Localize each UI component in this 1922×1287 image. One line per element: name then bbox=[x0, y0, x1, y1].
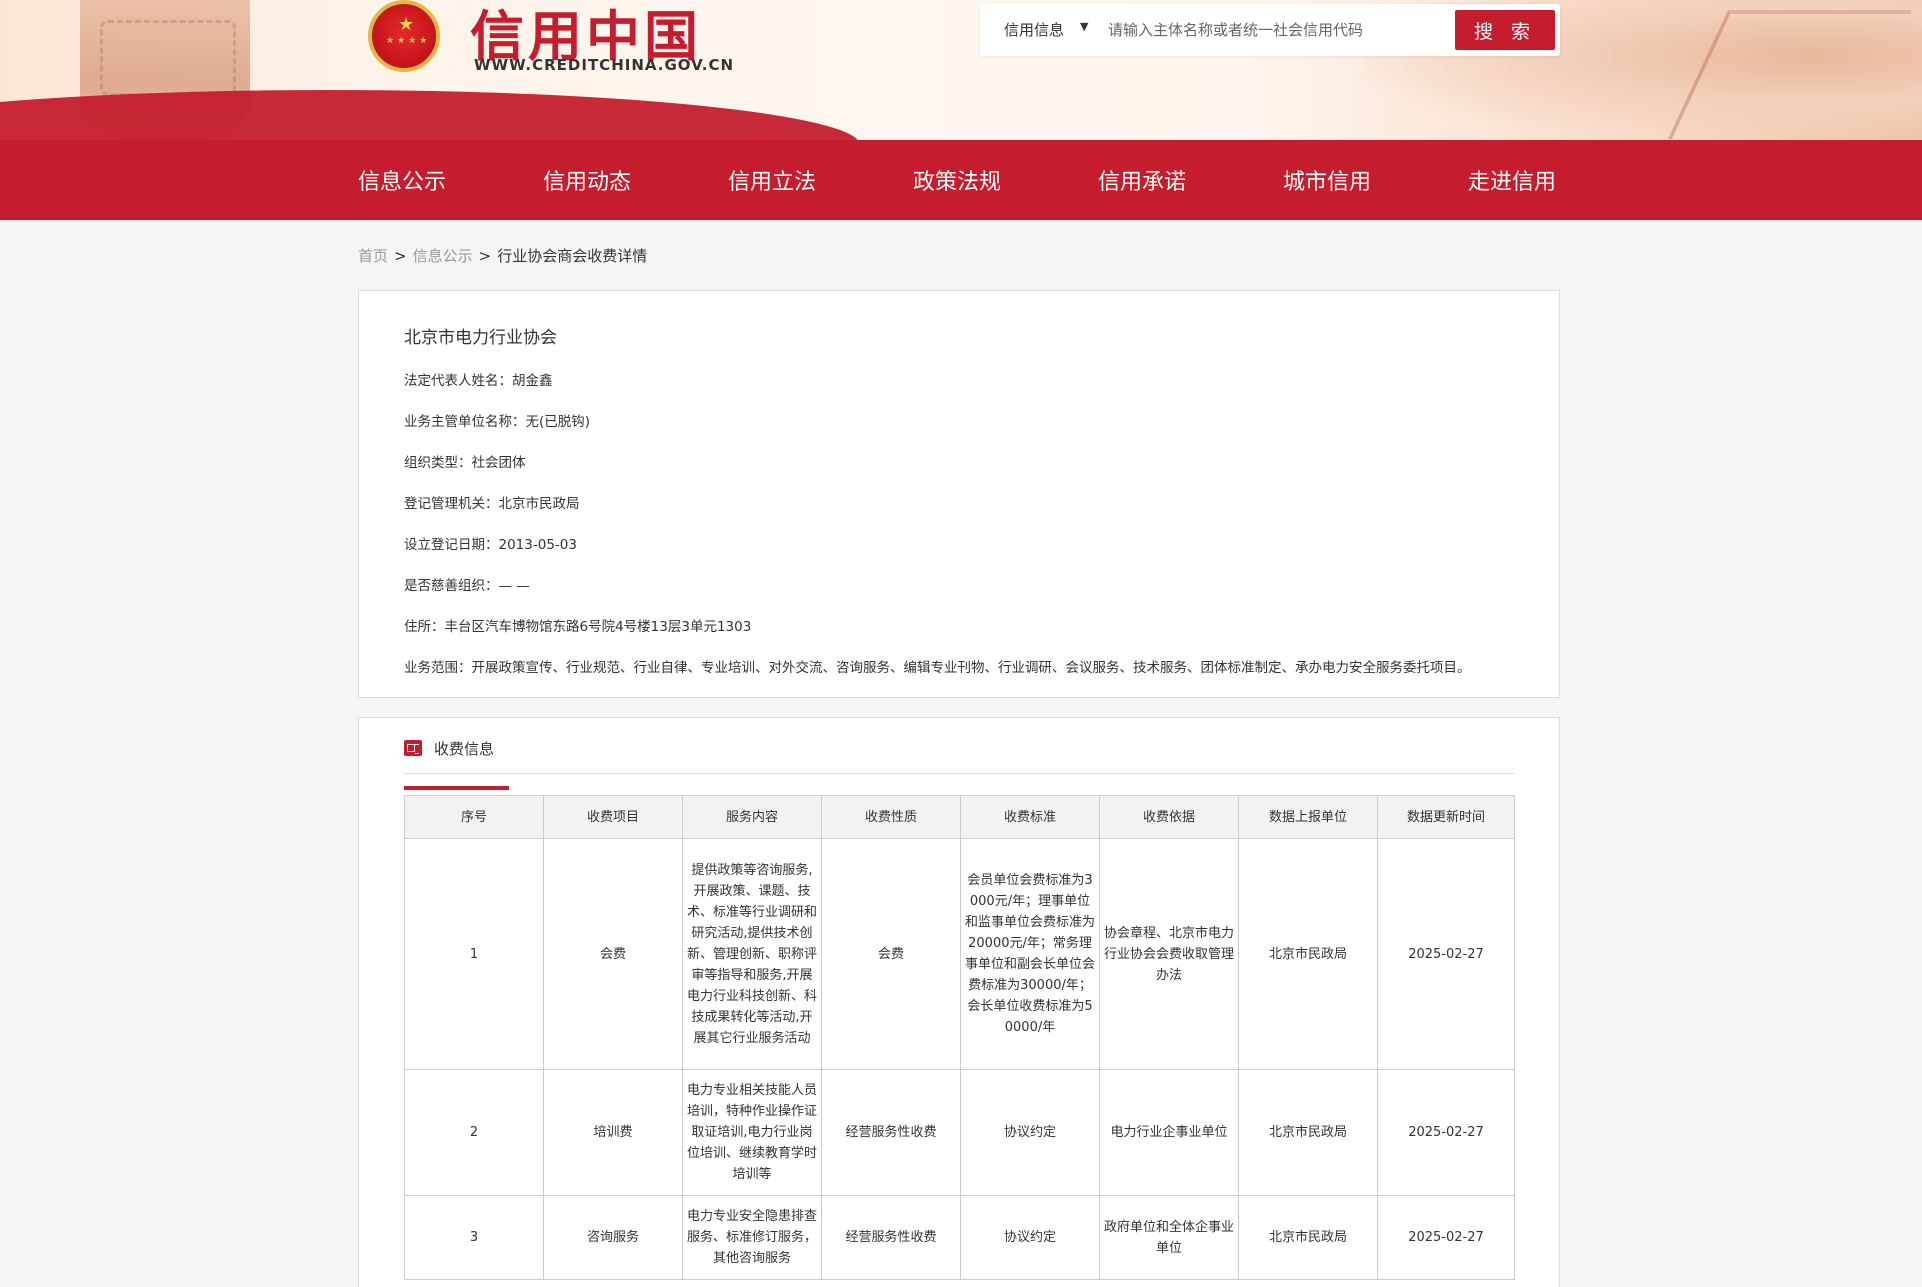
column-header: 数据更新时间 bbox=[1377, 795, 1515, 839]
field-value: 北京市民政局 bbox=[498, 496, 580, 512]
field-value: 胡金鑫 bbox=[512, 373, 553, 389]
nav-item-city-credit[interactable]: 城市信用 bbox=[1283, 164, 1371, 196]
field-label: 登记管理机关： bbox=[404, 496, 499, 512]
field-value: 社会团体 bbox=[471, 455, 526, 471]
nav-item-credit-legislation[interactable]: 信用立法 bbox=[728, 164, 816, 196]
field-label: 是否慈善组织： bbox=[404, 578, 499, 594]
table-cell: 电力专业安全隐患排查服务、标准修订服务，其他咨询服务 bbox=[682, 1195, 822, 1280]
emblem-star-icon: ★ bbox=[398, 14, 415, 35]
breadcrumb-section-link[interactable]: 信息公示 bbox=[413, 247, 473, 265]
table-cell: 经营服务性收费 bbox=[821, 1069, 961, 1196]
table-cell: 1 bbox=[404, 838, 544, 1070]
fee-table: 序号 收费项目 服务内容 收费性质 收费标准 收费依据 数据上报单位 数据更新时… bbox=[404, 795, 1515, 1280]
column-header: 收费标准 bbox=[960, 795, 1100, 839]
nav-item-credit-news[interactable]: 信用动态 bbox=[543, 164, 631, 196]
table-header-row: 序号 收费项目 服务内容 收费性质 收费标准 收费依据 数据上报单位 数据更新时… bbox=[404, 795, 1515, 839]
table-cell: 北京市民政局 bbox=[1238, 1195, 1378, 1280]
table-cell: 协会章程、北京市电力行业协会会费收取管理办法 bbox=[1099, 838, 1239, 1070]
breadcrumb-separator: > bbox=[394, 247, 407, 265]
table-cell: 会员单位会费标准为3000元/年；理事单位和监事单位会费标准为20000元/年；… bbox=[960, 838, 1100, 1070]
column-header: 序号 bbox=[404, 795, 544, 839]
nav-item-info-disclosure[interactable]: 信息公示 bbox=[358, 164, 446, 196]
main-nav: 信息公示 信用动态 信用立法 政策法规 信用承诺 城市信用 走进信用 bbox=[0, 140, 1922, 220]
table-cell: 北京市民政局 bbox=[1238, 1069, 1378, 1196]
fee-info-panel: 收费信息 序号 收费项目 服务内容 收费性质 收费标准 收费依据 数据上报单位 … bbox=[358, 717, 1560, 1287]
table-row: 3 咨询服务 电力专业安全隐患排查服务、标准修订服务，其他咨询服务 经营服务性收… bbox=[404, 1195, 1515, 1280]
field-label: 住所： bbox=[404, 619, 445, 635]
site-logo-url: WWW.CREDITCHINA.GOV.CN bbox=[474, 56, 735, 74]
field-value: — — bbox=[498, 578, 530, 594]
search-box: 信用信息 ▼ 搜 索 bbox=[980, 4, 1560, 56]
table-row: 1 会费 提供政策等咨询服务,开展政策、课题、技术、标准等行业调研和研究活动,提… bbox=[404, 838, 1515, 1070]
field-value: 开展政策宣传、行业规范、行业自律、专业培训、对外交流、咨询服务、编辑专业刊物、行… bbox=[471, 660, 1471, 676]
caret-down-icon[interactable]: ▼ bbox=[1080, 20, 1088, 33]
field-label: 组织类型： bbox=[404, 455, 472, 471]
field-label: 法定代表人姓名： bbox=[404, 373, 512, 389]
table-cell: 电力行业企事业单位 bbox=[1099, 1069, 1239, 1196]
table-cell: 会费 bbox=[543, 838, 683, 1070]
column-header: 收费性质 bbox=[821, 795, 961, 839]
table-cell: 咨询服务 bbox=[543, 1195, 683, 1280]
organization-type-field: 组织类型：社会团体 bbox=[404, 451, 526, 471]
search-input[interactable] bbox=[1108, 16, 1428, 44]
fee-tab-label: 收费信息 bbox=[434, 740, 495, 758]
field-value: 无(已脱钩) bbox=[525, 414, 591, 430]
nav-item-about-credit[interactable]: 走进信用 bbox=[1468, 164, 1556, 196]
table-cell: 2025-02-27 bbox=[1377, 1195, 1515, 1280]
table-cell: 协议约定 bbox=[960, 1195, 1100, 1280]
red-arc-decoration bbox=[0, 90, 860, 140]
table-cell: 2025-02-27 bbox=[1377, 838, 1515, 1070]
column-header: 数据上报单位 bbox=[1238, 795, 1378, 839]
column-header: 服务内容 bbox=[682, 795, 822, 839]
column-header: 收费依据 bbox=[1099, 795, 1239, 839]
tab-divider bbox=[404, 773, 1514, 774]
table-cell: 提供政策等咨询服务,开展政策、课题、技术、标准等行业调研和研究活动,提供技术创新… bbox=[682, 838, 822, 1070]
header-banner: ★ ★★★★ 信用中国 WWW.CREDITCHINA.GOV.CN 信用信息 … bbox=[0, 0, 1922, 140]
field-label: 业务范围： bbox=[404, 660, 472, 676]
organization-info-panel: 北京市电力行业协会 法定代表人姓名：胡金鑫 业务主管单位名称：无(已脱钩) 组织… bbox=[358, 290, 1560, 698]
emblem-small-stars-icon: ★★★★ bbox=[386, 36, 431, 46]
table-cell: 北京市民政局 bbox=[1238, 838, 1378, 1070]
business-scope-field: 业务范围：开展政策宣传、行业规范、行业自律、专业培训、对外交流、咨询服务、编辑专… bbox=[404, 656, 1471, 676]
table-cell: 经营服务性收费 bbox=[821, 1195, 961, 1280]
column-header: 收费项目 bbox=[543, 795, 683, 839]
field-label: 业务主管单位名称： bbox=[404, 414, 526, 430]
table-cell: 2 bbox=[404, 1069, 544, 1196]
table-cell: 3 bbox=[404, 1195, 544, 1280]
table-cell: 会费 bbox=[821, 838, 961, 1070]
breadcrumb-current: 行业协会商会收费详情 bbox=[497, 247, 648, 265]
field-value: 2013-05-03 bbox=[498, 537, 577, 553]
table-row: 2 培训费 电力专业相关技能人员培训，特种作业操作证取证培训,电力行业岗位培训、… bbox=[404, 1069, 1515, 1196]
nav-item-policies-regulations[interactable]: 政策法规 bbox=[913, 164, 1001, 196]
registration-date-field: 设立登记日期：2013-05-03 bbox=[404, 533, 577, 553]
breadcrumb-separator: > bbox=[478, 247, 492, 265]
breadcrumb: 首页 > 信息公示 > 行业协会商会收费详情 bbox=[358, 245, 647, 266]
table-cell: 政府单位和全体企事业单位 bbox=[1099, 1195, 1239, 1280]
nav-item-credit-commitment[interactable]: 信用承诺 bbox=[1098, 164, 1186, 196]
address-field: 住所：丰台区汽车博物馆东路6号院4号楼13层3单元1303 bbox=[404, 615, 751, 635]
legal-representative-field: 法定代表人姓名：胡金鑫 bbox=[404, 369, 553, 389]
search-category-select[interactable]: 信用信息 bbox=[1004, 19, 1064, 40]
table-cell: 培训费 bbox=[543, 1069, 683, 1196]
active-tab-indicator bbox=[404, 786, 509, 790]
field-label: 设立登记日期： bbox=[404, 537, 499, 553]
organization-name: 北京市电力行业协会 bbox=[404, 328, 557, 348]
table-cell: 协议约定 bbox=[960, 1069, 1100, 1196]
breadcrumb-home-link[interactable]: 首页 bbox=[358, 247, 388, 265]
national-emblem-icon[interactable]: ★ ★★★★ bbox=[368, 0, 440, 72]
table-cell: 电力专业相关技能人员培训，特种作业操作证取证培训,电力行业岗位培训、继续教育学时… bbox=[682, 1069, 822, 1196]
registration-authority-field: 登记管理机关：北京市民政局 bbox=[404, 492, 580, 512]
supervising-unit-field: 业务主管单位名称：无(已脱钩) bbox=[404, 410, 590, 430]
search-button[interactable]: 搜 索 bbox=[1455, 10, 1555, 50]
charity-status-field: 是否慈善组织：— — bbox=[404, 574, 530, 594]
field-value: 丰台区汽车博物馆东路6号院4号楼13层3单元1303 bbox=[444, 619, 752, 635]
fee-list-icon bbox=[404, 740, 422, 756]
table-cell: 2025-02-27 bbox=[1377, 1069, 1515, 1196]
